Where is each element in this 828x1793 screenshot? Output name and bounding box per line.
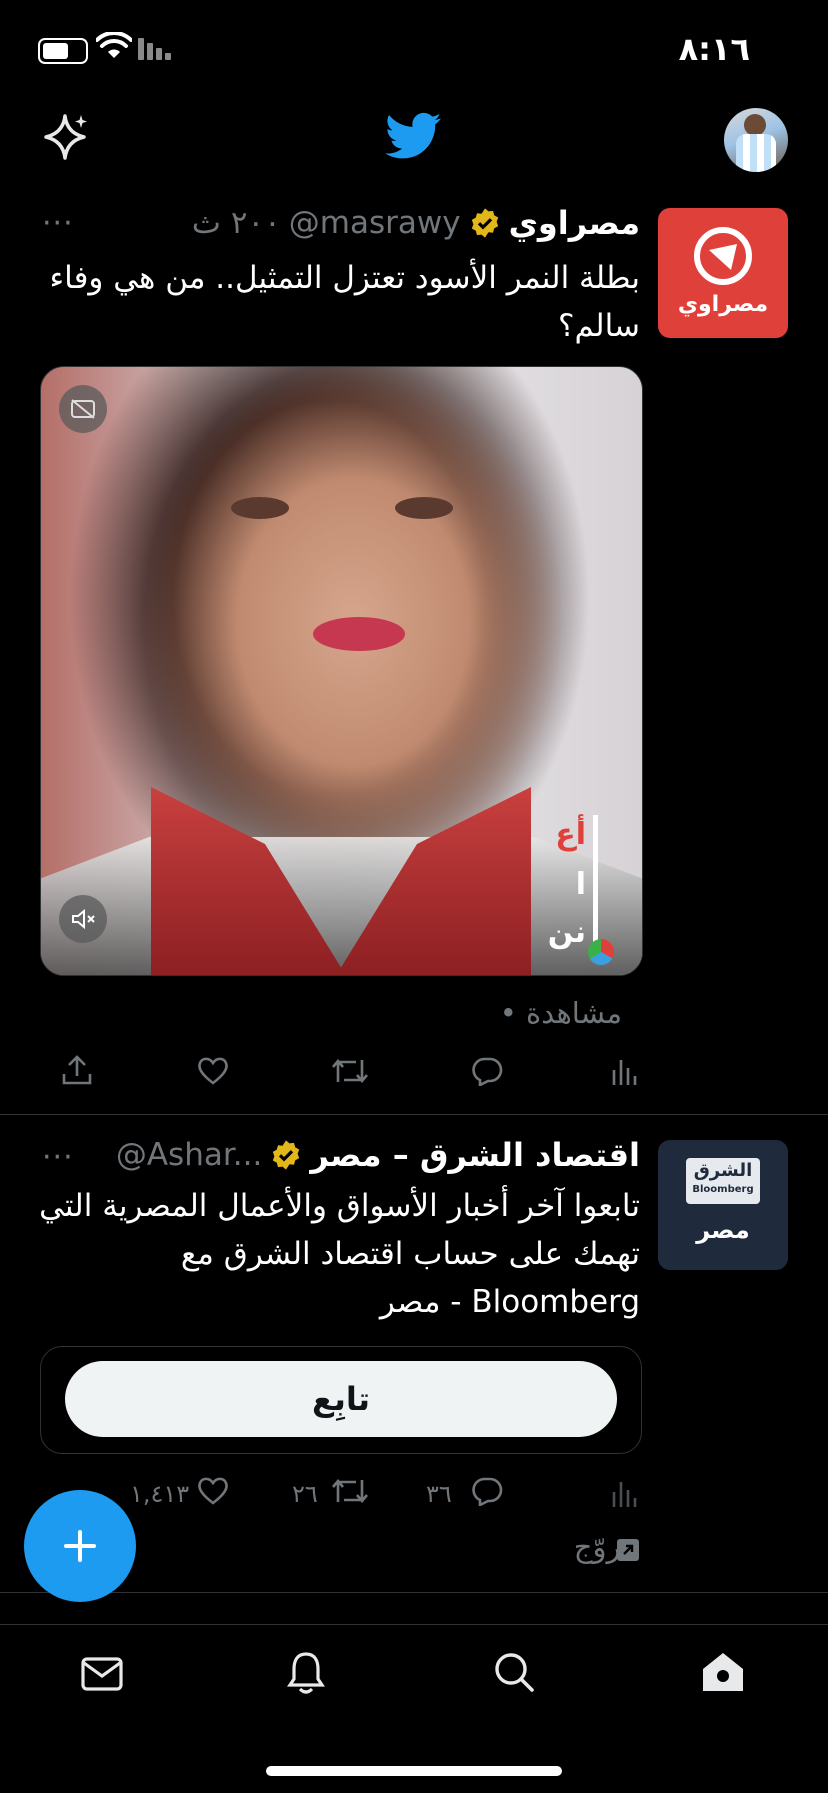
tweet-display-name[interactable]: مصراوي [509, 204, 640, 242]
captions-off-icon[interactable] [59, 385, 107, 433]
status-time: ٨:١٦ [678, 30, 750, 68]
retweet-count: ٢٦ [292, 1480, 318, 1508]
asharq-avatar-region: مصر [696, 1216, 750, 1244]
tweet-handle[interactable]: @masrawy [289, 205, 461, 241]
cellular-signal-icon [138, 38, 178, 60]
video-overlay-text-3: نن [547, 915, 586, 950]
tweet-header: @Ashar... اقتصاد الشرق – مصر [116, 1136, 640, 1174]
tweet-time: ٢٠٠ ث [191, 205, 281, 241]
notifications-icon[interactable] [286, 1650, 326, 1696]
like-count: ١,٤١٣ [130, 1480, 190, 1508]
plus-icon [64, 1530, 96, 1562]
follow-card: تابِع [40, 1346, 642, 1454]
tweet-text: بطلة النمر الأسود تعتزل التمثيل.. من هي … [49, 260, 640, 344]
messages-icon[interactable] [80, 1654, 124, 1694]
profile-avatar[interactable] [724, 108, 788, 172]
retweet-icon[interactable] [330, 1476, 370, 1506]
mute-icon[interactable] [59, 895, 107, 943]
video-overlay-text-2: ا [575, 867, 586, 902]
tweet-divider [0, 1114, 828, 1115]
tweet-more-button[interactable]: ··· [42, 1140, 74, 1175]
reply-icon[interactable] [470, 1056, 504, 1086]
video-logo-icon [588, 939, 614, 965]
tweet-divider [0, 1592, 828, 1593]
tweet-text: تابعوا آخر أخبار الأسواق والأعمال المصري… [39, 1188, 640, 1320]
verified-badge-icon [273, 1140, 300, 1170]
reply-count: ٣٦ [426, 1480, 452, 1508]
sparkle-icon[interactable] [40, 112, 90, 166]
home-icon[interactable] [700, 1650, 746, 1694]
home-indicator[interactable] [266, 1766, 562, 1776]
like-icon[interactable] [196, 1476, 230, 1506]
share-icon[interactable] [60, 1054, 94, 1086]
search-icon[interactable] [492, 1650, 536, 1694]
analytics-icon[interactable] [610, 1056, 640, 1086]
tweet-more-button[interactable]: ··· [42, 206, 74, 241]
video-overlay-text-1: أع [555, 817, 586, 852]
wifi-icon [95, 30, 133, 64]
masrawy-avatar[interactable]: مصراوي [658, 208, 788, 338]
masrawy-avatar-label: مصراوي [677, 292, 769, 317]
tweet-display-name[interactable]: اقتصاد الشرق – مصر [310, 1136, 640, 1174]
asharq-avatar[interactable]: الشرق Bloomberg مصر [658, 1140, 788, 1270]
verified-badge-icon [471, 208, 498, 238]
tweet-video[interactable]: أع ا نن [40, 366, 643, 976]
views-count: • مشاهدة [499, 996, 622, 1030]
asharq-logo-sub: Bloomberg [692, 1184, 754, 1195]
follow-button[interactable]: تابِع [65, 1361, 617, 1437]
compose-tweet-button[interactable] [24, 1490, 136, 1602]
promoted-icon [617, 1539, 639, 1561]
battery-icon [38, 38, 88, 64]
tweet-handle[interactable]: @Ashar... [116, 1137, 262, 1173]
retweet-icon[interactable] [330, 1056, 370, 1086]
twitter-bird-icon[interactable] [385, 112, 442, 164]
tweet-header: ٢٠٠ ث @masrawy مصراوي [192, 204, 640, 242]
asharq-logo-title: الشرق [693, 1160, 753, 1181]
like-icon[interactable] [196, 1056, 230, 1086]
reply-icon[interactable] [470, 1476, 504, 1506]
analytics-icon[interactable] [610, 1478, 640, 1508]
